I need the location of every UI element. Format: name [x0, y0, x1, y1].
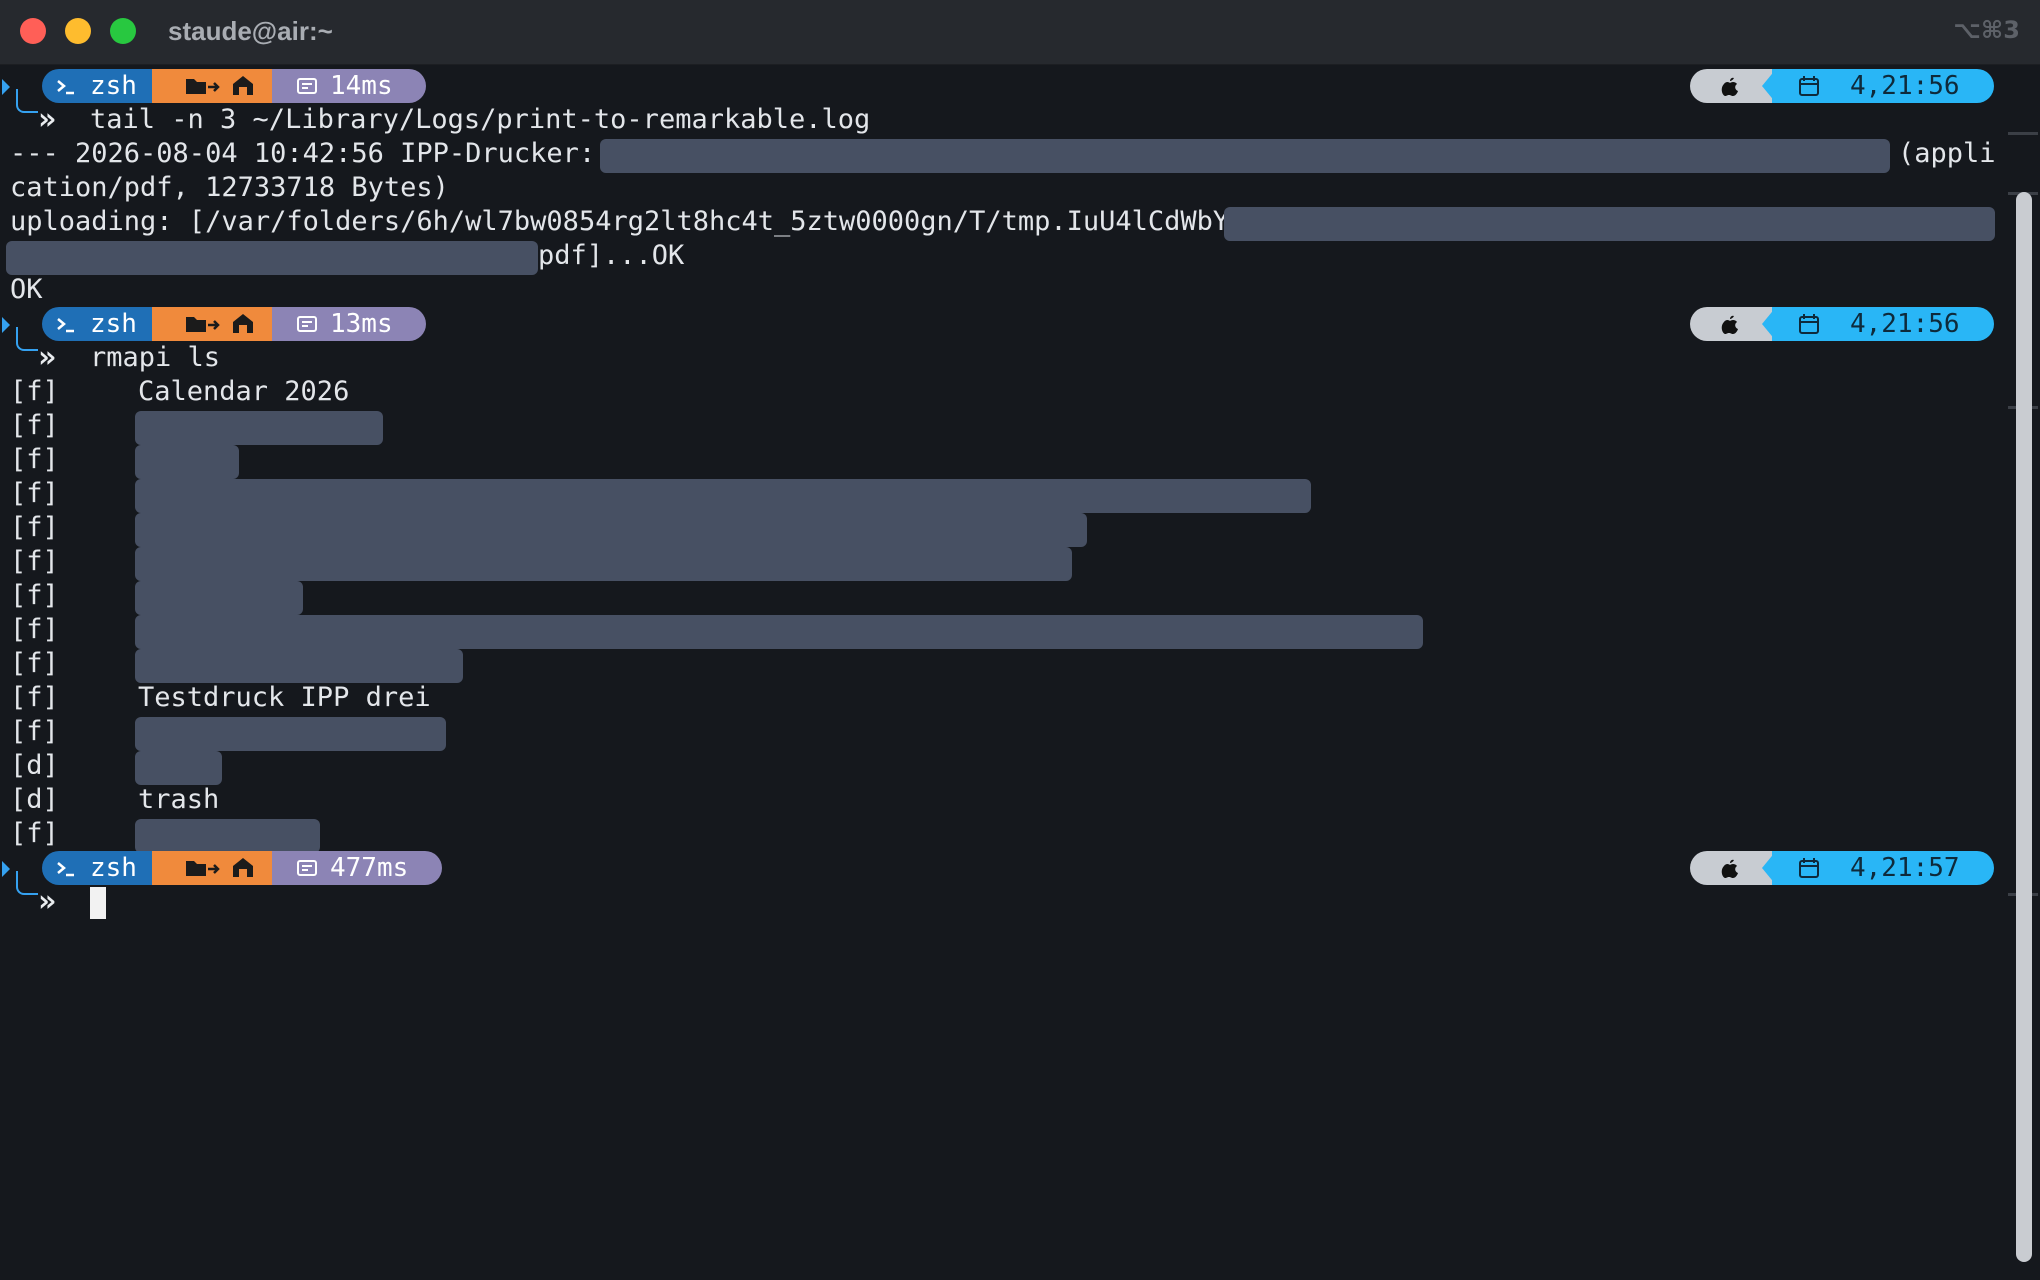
home-icon: [230, 69, 256, 103]
prompt-marker-icon: [2, 79, 10, 95]
scrollbar-thumb[interactable]: [2016, 192, 2032, 1262]
command-text: tail -n 3 ~/Library/Logs/print-to-remark…: [90, 104, 871, 135]
terminal-content[interactable]: zsh 14ms 4,21:56 » tail -n 3 ~/Library/L…: [0, 66, 2010, 1276]
list-item: [f]: [10, 546, 59, 577]
command-text: rmapi ls: [90, 342, 221, 373]
list-item: [f]: [10, 410, 59, 441]
folder-icon: [184, 307, 224, 341]
list-item: [f]: [10, 512, 59, 543]
log-line-2: cation/pdf, 12733718 Bytes): [10, 172, 449, 203]
list-item: [f]: [10, 580, 59, 611]
window-title: staude@air:~: [168, 16, 333, 46]
duration-segment: 13ms: [272, 307, 426, 341]
shell-segment: zsh: [42, 69, 160, 103]
command-duration: 13ms: [330, 309, 393, 339]
timer-icon: [296, 69, 318, 103]
list-item: [f]: [10, 376, 59, 407]
terminal-icon: [54, 851, 78, 885]
minimize-button[interactable]: [65, 18, 91, 44]
redacted-path-cont: [6, 241, 538, 275]
terminal-icon: [54, 69, 78, 103]
zoom-button[interactable]: [110, 18, 136, 44]
list-item: [f]: [10, 444, 59, 475]
prompt-time: 4,21:57: [1850, 853, 1960, 883]
list-item: [f]: [10, 614, 59, 645]
redacted-name: [135, 717, 446, 751]
path-segment: [152, 851, 282, 885]
shell-name: zsh: [90, 309, 137, 339]
prompt-time: 4,21:56: [1850, 71, 1960, 101]
calendar-icon: [1798, 851, 1820, 885]
prompt-2: zsh 13ms 4,21:56 » rmapi ls: [0, 307, 2010, 375]
calendar-icon: [1798, 69, 1820, 103]
prompt-1: zsh 14ms 4,21:56 » tail -n 3 ~/Library/L…: [0, 69, 2010, 137]
list-item-name: Calendar 2026: [138, 376, 350, 407]
shell-name: zsh: [90, 71, 137, 101]
redacted-name: [135, 445, 239, 479]
shell-name: zsh: [90, 853, 137, 883]
log-line-1-suffix: (appli: [1898, 138, 1996, 169]
apple-icon: [1718, 69, 1742, 103]
list-item: [f]: [10, 716, 59, 747]
shell-segment: zsh: [42, 307, 160, 341]
redacted-name: [135, 479, 1311, 513]
log-line-3: uploading: [/var/folders/6h/wl7bw0854rg2…: [10, 206, 1246, 237]
redacted-path: [1224, 207, 1995, 241]
list-item: [d]: [10, 750, 59, 781]
redacted-name: [135, 581, 303, 615]
redacted-name: [135, 649, 463, 683]
title-bar: staude@air:~ ⌥⌘3: [0, 0, 2040, 65]
prompt-chevron-icon: »: [38, 884, 56, 919]
apple-icon: [1718, 307, 1742, 341]
list-item: [d]: [10, 784, 59, 815]
list-item-name: trash: [138, 784, 220, 815]
log-line-5: OK: [10, 274, 43, 305]
time-segment: 4,21:56: [1772, 69, 1994, 103]
path-segment: [152, 69, 282, 103]
time-segment: 4,21:56: [1772, 307, 1994, 341]
log-line-4: pdf]...OK: [538, 240, 685, 271]
prompt-3: zsh 477ms 4,21:57 »: [0, 851, 2010, 919]
duration-segment: 14ms: [272, 69, 426, 103]
timer-icon: [296, 307, 318, 341]
redacted-name: [135, 547, 1072, 581]
time-segment: 4,21:57: [1772, 851, 1994, 885]
home-icon: [230, 851, 256, 885]
prompt-time: 4,21:56: [1850, 309, 1960, 339]
prompt-chevron-icon: »: [38, 102, 56, 137]
list-item: [f]: [10, 682, 59, 713]
redacted-name: [135, 819, 320, 853]
shell-segment: zsh: [42, 851, 160, 885]
apple-icon: [1718, 851, 1742, 885]
redacted-name: [135, 513, 1087, 547]
terminal-icon: [54, 307, 78, 341]
prompt-marker-icon: [2, 317, 10, 333]
log-line-1: --- 2026-08-04 10:42:56 IPP-Drucker:: [10, 138, 612, 169]
home-icon: [230, 307, 256, 341]
list-item: [f]: [10, 648, 59, 679]
text-cursor[interactable]: [90, 887, 106, 919]
folder-icon: [184, 69, 224, 103]
command-duration: 477ms: [330, 853, 409, 883]
redacted-filename: [600, 139, 1890, 173]
list-item: [f]: [10, 818, 59, 849]
close-button[interactable]: [20, 18, 46, 44]
window-shortcut: ⌥⌘3: [1953, 16, 2020, 44]
prompt-marker-icon: [2, 861, 10, 877]
duration-segment: 477ms: [272, 851, 442, 885]
list-item: [f]: [10, 478, 59, 509]
terminal-window: staude@air:~ ⌥⌘3 zsh 14ms 4,21:56 » tail…: [0, 0, 2040, 1280]
redacted-name: [135, 411, 383, 445]
scroll-mark: [2008, 132, 2038, 135]
redacted-name: [135, 751, 222, 785]
calendar-icon: [1798, 307, 1820, 341]
list-item-name: Testdruck IPP drei: [138, 682, 431, 713]
redacted-name: [135, 615, 1423, 649]
timer-icon: [296, 851, 318, 885]
folder-icon: [184, 851, 224, 885]
prompt-chevron-icon: »: [38, 340, 56, 375]
command-duration: 14ms: [330, 71, 393, 101]
path-segment: [152, 307, 282, 341]
